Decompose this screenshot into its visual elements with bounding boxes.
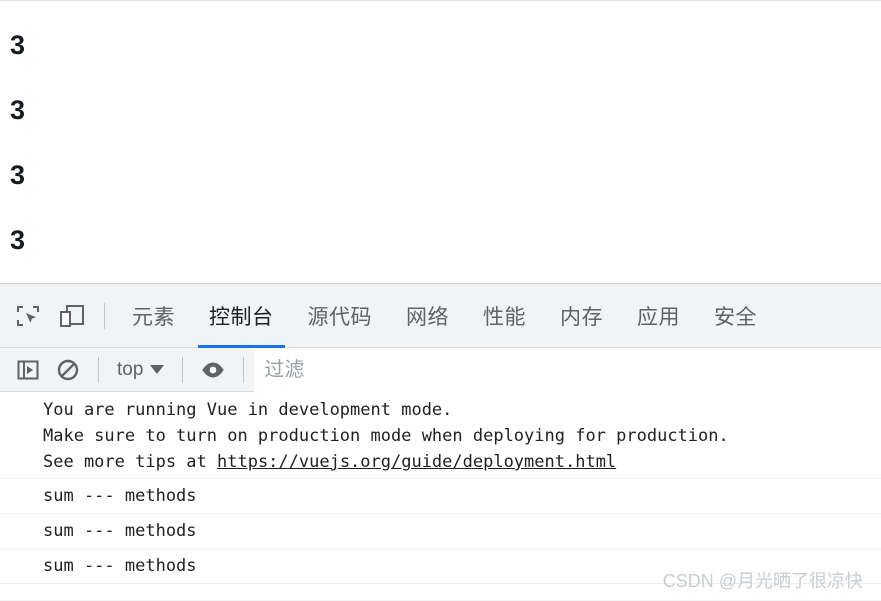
console-toolbar: top bbox=[0, 348, 881, 392]
tab-security[interactable]: 安全 bbox=[697, 284, 774, 348]
inspect-element-icon[interactable] bbox=[6, 294, 50, 338]
clear-console-icon[interactable] bbox=[48, 350, 88, 390]
page-output-value: 3 bbox=[10, 160, 25, 190]
vue-deployment-link[interactable]: https://vuejs.org/guide/deployment.html bbox=[217, 452, 616, 472]
tab-application[interactable]: 应用 bbox=[620, 284, 697, 348]
console-sidebar-icon[interactable] bbox=[8, 350, 48, 390]
tab-label: 应用 bbox=[637, 305, 680, 329]
toolbar-divider bbox=[104, 302, 105, 329]
console-context-label: top bbox=[117, 358, 144, 380]
tab-label: 元素 bbox=[132, 305, 175, 329]
console-message: sum --- methods bbox=[0, 479, 881, 514]
console-message-list[interactable]: You are running Vue in development mode.… bbox=[0, 392, 881, 600]
tab-label: 源代码 bbox=[307, 305, 372, 329]
tab-label: 安全 bbox=[714, 305, 757, 329]
toolbar-divider bbox=[243, 356, 245, 383]
vue-warning-line-2: Make sure to turn on production mode whe… bbox=[43, 426, 729, 446]
page-output-value: 3 bbox=[10, 225, 25, 255]
devtools-panel: 元素 控制台 源代码 网络 性能 内存 应用 安全 top 过滤 You are… bbox=[0, 283, 881, 601]
tab-label: 控制台 bbox=[209, 305, 274, 329]
chevron-down-icon bbox=[150, 365, 165, 374]
tab-network[interactable]: 网络 bbox=[389, 284, 466, 348]
vue-warning-line-3-prefix: See more tips at bbox=[43, 452, 217, 472]
live-expression-eye-icon[interactable] bbox=[193, 350, 233, 390]
tab-label: 内存 bbox=[560, 305, 603, 329]
console-message: sum --- methods bbox=[0, 514, 881, 549]
tab-elements[interactable]: 元素 bbox=[115, 284, 192, 348]
device-toolbar-icon[interactable] bbox=[50, 294, 94, 338]
devtools-tabbar: 元素 控制台 源代码 网络 性能 内存 应用 安全 bbox=[0, 284, 881, 348]
page-output-value: 3 bbox=[10, 95, 25, 125]
vue-warning-line-1: You are running Vue in development mode. bbox=[43, 400, 453, 420]
console-message: sum --- methods bbox=[0, 549, 881, 584]
page-output-value: 3 bbox=[10, 30, 25, 60]
console-filter-input[interactable] bbox=[254, 348, 881, 392]
toolbar-divider bbox=[182, 356, 184, 383]
tab-label: 网络 bbox=[406, 305, 449, 329]
console-message-vue-warning: You are running Vue in development mode.… bbox=[0, 392, 881, 479]
tab-memory[interactable]: 内存 bbox=[543, 284, 620, 348]
tab-console[interactable]: 控制台 bbox=[192, 284, 291, 348]
tab-performance[interactable]: 性能 bbox=[466, 284, 543, 348]
page-viewport: 3 3 3 3 bbox=[0, 0, 881, 283]
tab-label: 性能 bbox=[483, 305, 526, 329]
console-context-selector[interactable]: top bbox=[109, 359, 172, 381]
tab-sources[interactable]: 源代码 bbox=[291, 284, 390, 348]
toolbar-divider bbox=[98, 356, 99, 383]
